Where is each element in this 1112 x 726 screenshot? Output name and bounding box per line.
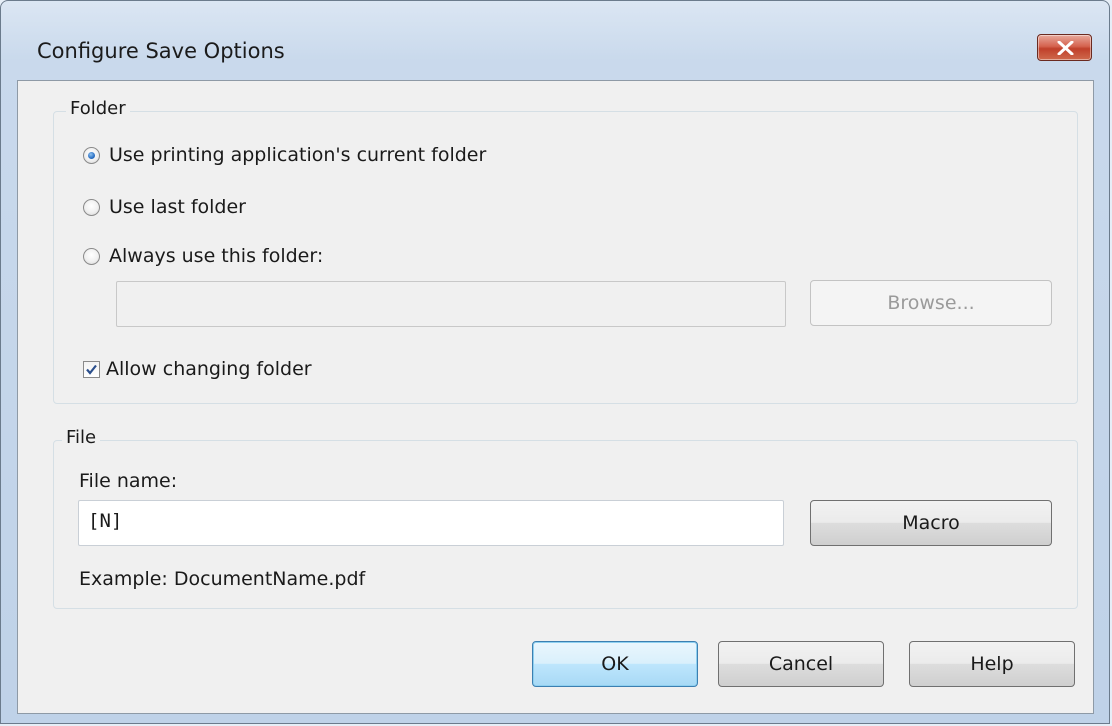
radio-always-folder[interactable]: Always use this folder:: [83, 245, 323, 267]
file-group: File File name: [N] Macro Example: Docum…: [53, 427, 1078, 609]
radio-button-icon[interactable]: [83, 198, 100, 216]
file-name-input[interactable]: [N]: [78, 500, 784, 546]
radio-always-folder-label: Always use this folder:: [109, 245, 324, 267]
allow-changing-folder-label: Allow changing folder: [106, 358, 312, 380]
radio-button-icon[interactable]: [83, 146, 100, 164]
folder-group-legend: Folder: [66, 98, 130, 119]
radio-current-folder-label: Use printing application's current folde…: [109, 144, 487, 166]
dialog-title: Configure Save Options: [37, 39, 285, 63]
checkmark-icon: [86, 364, 97, 375]
cancel-button[interactable]: Cancel: [718, 641, 884, 687]
checkbox-icon[interactable]: [83, 360, 100, 378]
title-bar[interactable]: Configure Save Options: [1, 1, 1109, 81]
radio-button-icon[interactable]: [83, 247, 100, 265]
dialog-client-area: Folder Use printing application's curren…: [17, 80, 1094, 714]
help-button[interactable]: Help: [909, 641, 1075, 687]
radio-current-folder[interactable]: Use printing application's current folde…: [83, 144, 486, 166]
file-name-example: Example: DocumentName.pdf: [79, 568, 366, 590]
allow-changing-folder-checkbox[interactable]: Allow changing folder: [83, 358, 312, 380]
folder-path-input[interactable]: [116, 281, 786, 327]
ok-button[interactable]: OK: [532, 641, 698, 687]
file-group-legend: File: [62, 427, 101, 448]
macro-button[interactable]: Macro: [810, 500, 1052, 546]
folder-group: Folder Use printing application's curren…: [53, 98, 1078, 404]
browse-button[interactable]: Browse...: [810, 280, 1052, 326]
radio-last-folder[interactable]: Use last folder: [83, 196, 246, 218]
close-x-icon: [1057, 41, 1074, 55]
radio-last-folder-label: Use last folder: [109, 196, 246, 218]
file-name-label: File name:: [79, 470, 178, 492]
close-button[interactable]: [1037, 34, 1092, 61]
dialog-window: Configure Save Options Folder Use printi…: [0, 0, 1110, 724]
